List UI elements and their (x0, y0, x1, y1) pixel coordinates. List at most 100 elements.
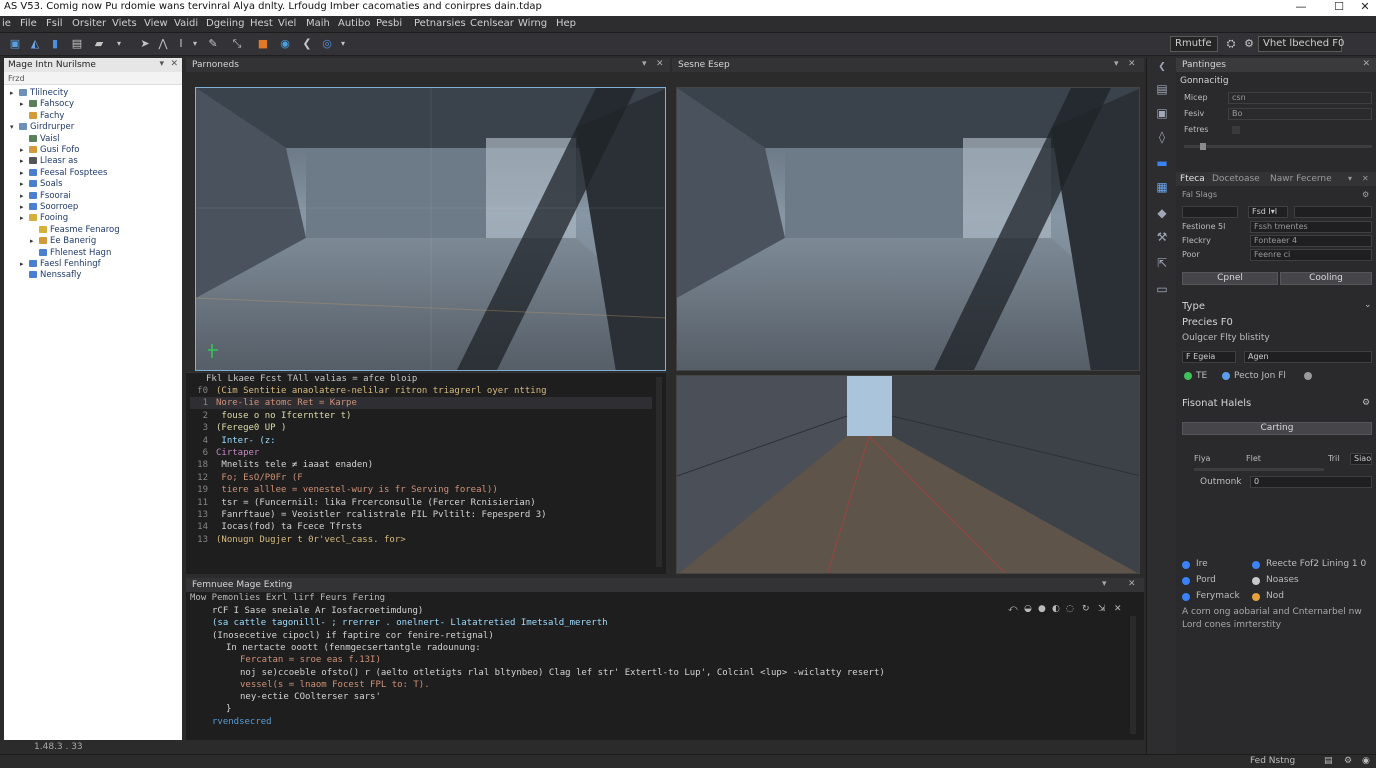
grid-value[interactable]: Fssh tmentes (1250, 221, 1372, 233)
filter-icon[interactable]: ◒ (1024, 604, 1032, 614)
action-button[interactable]: Carting (1182, 422, 1372, 435)
chevron-down-icon[interactable]: ⌄ (1364, 300, 1372, 310)
monitor-icon[interactable]: ▭ (1155, 282, 1169, 296)
collapse-icon[interactable]: ❮ (1155, 60, 1169, 74)
tree-item[interactable]: ▾ Girdrurper (10, 122, 74, 133)
grid-icon[interactable]: ▤ (70, 37, 84, 51)
code-editor[interactable]: Fkl Lkaee Fcst TAll valias = afce bloip … (186, 372, 666, 574)
folder-icon[interactable]: ■ (256, 37, 270, 51)
pin-icon[interactable]: ▾ (642, 59, 647, 69)
record-icon[interactable]: ● (1038, 604, 1046, 614)
menu-item-cenlsear[interactable]: Cenlsear (470, 18, 514, 29)
chevron-right-icon[interactable]: ▸ (20, 191, 29, 202)
menu-item-vaidi[interactable]: Vaidi (174, 18, 198, 29)
slider-track[interactable] (1184, 145, 1372, 148)
status-icon[interactable]: ▤ (1324, 756, 1333, 766)
scene-viewport-corridor[interactable] (676, 375, 1140, 574)
link-icon[interactable]: ⤺ (1008, 604, 1018, 614)
menu-item-wirng[interactable]: Wirng (518, 18, 547, 29)
toggle-icon[interactable]: ◐ (1052, 604, 1060, 614)
tree-item[interactable]: Nenssafly (20, 270, 81, 281)
pin-icon[interactable]: ▾ (1348, 174, 1352, 183)
close-icon[interactable]: ✕ (1350, 0, 1376, 16)
row-value[interactable]: csn (1228, 92, 1372, 104)
build-icon[interactable]: ⛭ (1224, 37, 1238, 51)
pen-icon[interactable]: ✎ (206, 37, 220, 51)
slider-thumb[interactable] (1200, 143, 1206, 150)
text-cursor-icon[interactable]: I (174, 37, 188, 51)
slider-track[interactable] (1194, 468, 1324, 471)
dropdown-a[interactable]: F Egeia (1182, 351, 1236, 363)
open-icon[interactable]: ◭ (28, 37, 42, 51)
save-icon[interactable]: ▮ (48, 37, 62, 51)
run-button[interactable]: Rmutfe (1170, 36, 1218, 52)
settings-icon[interactable]: ⚙ (1362, 398, 1370, 408)
minimize-icon[interactable]: — (1286, 0, 1316, 16)
radio[interactable] (1222, 372, 1230, 380)
tree-item[interactable]: ▸ Lleasr as (20, 156, 78, 167)
new-file-icon[interactable]: ▣ (8, 37, 22, 51)
tree-item[interactable]: Feasme Fenarog (30, 225, 120, 236)
toggle-group[interactable]: Fsd I▾I (1248, 206, 1288, 218)
chevron-right-icon[interactable]: ▸ (20, 145, 29, 156)
tree-item[interactable]: ▸ Soals (20, 179, 63, 190)
chevron-right-icon[interactable]: ▸ (20, 168, 29, 179)
status-icon[interactable]: ⚙ (1344, 756, 1352, 766)
row-value[interactable]: Bo (1228, 108, 1372, 120)
output-panel[interactable]: Mow Pemonlies Exrl lirf Feurs Fering ⤺ ◒… (186, 592, 1144, 740)
menu-item-help[interactable]: Hep (556, 18, 576, 29)
output-scrollbar[interactable] (1130, 616, 1136, 734)
chevron-right-icon[interactable]: ▸ (20, 99, 29, 110)
chevron-right-icon[interactable]: ▸ (20, 259, 29, 270)
tree-item[interactable]: ▸ Tlilnecity (10, 88, 68, 99)
chevron-down-icon[interactable]: ▾ (10, 122, 19, 133)
tree-item[interactable]: ▸ Faesl Fenhingf (20, 259, 101, 270)
tree-item[interactable]: Fachy (20, 111, 64, 122)
grid-value[interactable]: Feenre ci (1250, 249, 1372, 261)
close-icon[interactable]: ✕ (1362, 174, 1369, 183)
outmark-field[interactable]: 0 (1250, 476, 1372, 488)
robot-icon[interactable]: ▣ (1155, 106, 1169, 120)
transform-icon[interactable]: ⋀ (156, 37, 170, 51)
chevron-right-icon[interactable]: ▸ (20, 179, 29, 190)
tab-active[interactable]: Fteca (1180, 174, 1205, 184)
dropdown-icon[interactable]: ▾ (336, 37, 350, 51)
dropdown-b[interactable]: Agen (1244, 351, 1372, 363)
settings-icon[interactable]: ⚙ (1242, 37, 1256, 51)
menu-item-maih[interactable]: Maih (306, 18, 330, 29)
close-icon[interactable]: ✕ (1128, 59, 1136, 69)
tools-icon[interactable]: ⚒ (1155, 230, 1169, 244)
close-icon[interactable]: ✕ (656, 59, 664, 69)
cancel-button[interactable]: Cpnel (1182, 272, 1278, 285)
menu-item-orsiter[interactable]: Orsiter (72, 18, 106, 29)
chevron-right-icon[interactable]: ▸ (30, 236, 39, 247)
close-icon[interactable]: ✕ (1128, 579, 1136, 589)
tree-item[interactable]: ▸ Gusi Fofo (20, 145, 79, 156)
refresh-icon[interactable]: ↻ (1082, 604, 1090, 614)
panel-close-icon[interactable]: ✕ (170, 59, 178, 69)
image-icon[interactable]: ▦ (1155, 180, 1169, 194)
field[interactable] (1294, 206, 1372, 218)
chat-icon[interactable]: ▬ (1155, 156, 1169, 170)
tree-item[interactable]: ▸ Ee Banerig (30, 236, 96, 247)
status-icon[interactable]: ◉ (1362, 756, 1370, 766)
layers-icon[interactable]: ▤ (1155, 82, 1169, 96)
search-input[interactable]: Vhet lbeched F0 (1258, 36, 1344, 52)
menu-item-petnarsies[interactable]: Petnarsies (414, 18, 466, 29)
menu-item-view[interactable]: View (144, 18, 168, 29)
shield-icon[interactable]: ◊ (1155, 130, 1169, 144)
tree-item[interactable]: ▸ Fahsocy (20, 99, 74, 110)
globe-icon[interactable]: ◉ (278, 37, 292, 51)
tab[interactable]: Docetoase (1212, 174, 1260, 184)
chevron-right-icon[interactable]: ▸ (10, 88, 19, 99)
chevron-right-icon[interactable]: ▸ (20, 213, 29, 224)
export-icon[interactable]: ⇱ (1155, 256, 1169, 270)
scene-viewport-perspective[interactable] (195, 87, 666, 371)
dropdown-icon[interactable]: ▾ (112, 37, 126, 51)
cursor-icon[interactable]: ➤ (138, 37, 152, 51)
scene-viewport-camera[interactable] (676, 87, 1140, 371)
menu-item-pesbi[interactable]: Pesbi (376, 18, 402, 29)
camera-icon[interactable]: ▰ (92, 37, 106, 51)
close-icon[interactable]: ✕ (1114, 604, 1122, 614)
pin-icon[interactable]: ▾ (1114, 59, 1119, 69)
